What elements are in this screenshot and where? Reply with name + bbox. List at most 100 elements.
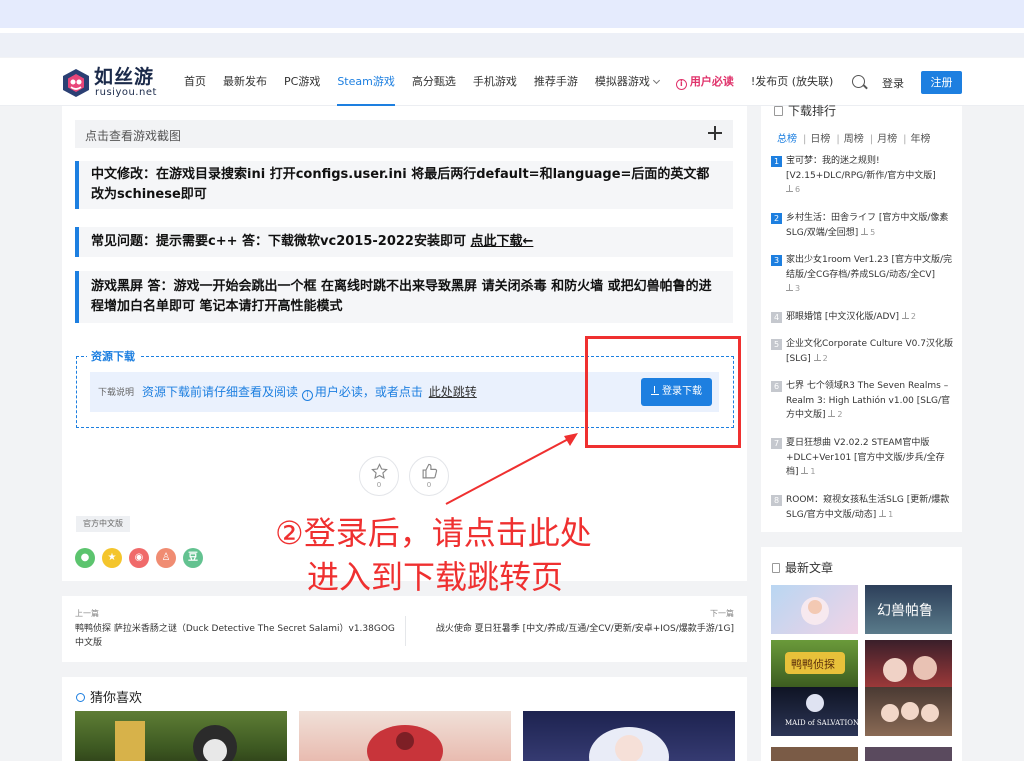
rank-tab-day[interactable]: 日榜 <box>810 134 830 145</box>
logo-mark-icon <box>63 69 89 97</box>
search-icon[interactable] <box>852 75 865 88</box>
prev-next-card: 上一篇 鸭鸭侦探 萨拉米香肠之谜（Duck Detective The Secr… <box>62 596 747 662</box>
nav-user-notice[interactable]: i 用户必读 <box>675 58 734 106</box>
document-icon <box>774 106 783 116</box>
game-art-image <box>367 725 443 761</box>
rank-item-count: 5 <box>870 227 876 237</box>
rank-title: 下载排行 <box>774 102 836 119</box>
rank-number: 1 <box>771 156 782 167</box>
articles-title: 最新文章 <box>772 559 833 576</box>
weibo-icon[interactable]: ◉ <box>129 548 149 568</box>
nav-top-rated[interactable]: 高分甄选 <box>412 58 456 106</box>
prev-label: 上一篇 <box>75 609 99 618</box>
logo-text: 如丝游 <box>94 66 155 88</box>
rank-number: 2 <box>771 213 782 224</box>
favorite-button[interactable]: 0 <box>359 456 399 496</box>
next-post-link[interactable]: 战火使命 夏日狂暑季 [中文/养成/互通/全CV/更新/安卓+IOS/爆款手游/… <box>414 622 734 636</box>
rank-item-text: 家出少女1room Ver1.23 [官方中文版/完结版/全CG存档/养成SLG… <box>786 253 956 297</box>
browser-sub-band <box>0 33 1024 57</box>
nav-recommended-mobile[interactable]: 推荐手游 <box>534 58 578 106</box>
guess-thumb-3[interactable] <box>523 711 735 761</box>
article-thumb-5-title: MAID of SALVATION <box>785 719 858 727</box>
article-thumb-3[interactable]: 鸭鸭侦探 <box>771 640 858 689</box>
document-icon <box>772 563 780 573</box>
rank-item-count: 2 <box>837 410 843 419</box>
rank-item-text: 邪眼婚馆 [中文汉化版/ADV] 2 <box>786 310 956 325</box>
download-icon <box>801 467 809 474</box>
douban-icon[interactable]: 豆 <box>183 548 203 568</box>
rank-item-downloads: 5 <box>861 227 876 237</box>
rank-tab-week[interactable]: 周榜 <box>844 134 864 145</box>
rank-tab-month[interactable]: 月榜 <box>877 134 897 145</box>
article-thumb-3-title: 鸭鸭侦探 <box>791 658 835 671</box>
rank-item-downloads: 6 <box>786 185 800 194</box>
screenshot-toggle-label: 点击查看游戏截图 <box>85 129 182 143</box>
redirect-link[interactable]: 此处跳转 <box>429 385 477 399</box>
rank-tabs: 总榜 | 日榜 | 周榜 | 月榜 | 年榜 <box>777 134 931 145</box>
qzone-icon[interactable]: ★ <box>102 548 122 568</box>
nav-latest[interactable]: 最新发布 <box>223 58 267 106</box>
article-thumb-8[interactable] <box>865 747 952 761</box>
article-thumb-4[interactable] <box>865 640 952 689</box>
rank-item-title: ROOM：窥视女孩私生活SLG [更新/爆款SLG/官方中文版/动态] <box>786 495 950 520</box>
nav-pc-games[interactable]: PC游戏 <box>284 58 320 106</box>
tag-official-chinese[interactable]: 官方中文版 <box>76 516 130 532</box>
guess-thumb-1[interactable] <box>75 711 287 761</box>
rank-tab-all[interactable]: 总榜 <box>777 134 797 145</box>
articles-title-label: 最新文章 <box>785 561 834 575</box>
note-faq: 常见问题：提示需要c++ 答：下载微软vc2015-2022安装即可 点此下载← <box>75 227 733 257</box>
article-thumb-7[interactable] <box>771 747 858 761</box>
rank-item-count: 1 <box>810 467 816 476</box>
login-link[interactable]: 登录 <box>882 75 904 91</box>
download-icon <box>813 353 821 361</box>
vc-download-link[interactable]: 点此下载← <box>470 234 533 249</box>
guess-thumb-2[interactable] <box>299 711 511 761</box>
game-art-image <box>801 597 829 625</box>
rank-item-count: 3 <box>795 284 801 293</box>
resource-notice-link[interactable]: 用户必读 <box>315 385 363 399</box>
nav-steam-games[interactable]: Steam游戏 <box>337 58 395 106</box>
rank-item-downloads: 3 <box>786 284 800 293</box>
rank-number: 4 <box>771 312 782 323</box>
nav-publish-page[interactable]: !发布页 (放失联) <box>751 58 834 106</box>
annotation-line-2: 进入到下载跳转页 <box>307 558 564 596</box>
nav-emulator-games[interactable]: 模拟器游戏 <box>595 58 660 106</box>
prev-post-link[interactable]: 鸭鸭侦探 萨拉米香肠之谜（Duck Detective The Secret S… <box>75 622 400 650</box>
note-chinese-fix-text: 中文修改：在游戏目录搜索ini 打开configs.user.ini 将最后两行… <box>91 167 710 202</box>
nav-user-notice-label: 用户必读 <box>689 75 734 88</box>
qq-icon[interactable]: ♙ <box>156 548 176 568</box>
wechat-icon[interactable]: ● <box>75 548 95 568</box>
register-button[interactable]: 注册 <box>921 71 962 94</box>
game-art-image <box>589 727 669 761</box>
rank-tab-year[interactable]: 年榜 <box>911 134 931 145</box>
nav-home[interactable]: 首页 <box>184 58 206 106</box>
article-thumb-2[interactable]: 幻兽帕鲁 <box>865 585 952 634</box>
rank-item-text: 乡村生活：田舎ライフ [官方中文版/像素SLG/双端/全回想] 5 <box>786 211 956 240</box>
site-logo[interactable]: 如丝游 rusiyou.net <box>62 66 162 100</box>
download-icon <box>901 312 909 319</box>
heart-icon <box>76 693 85 702</box>
rank-item-count: 2 <box>910 312 916 321</box>
rank-item-title: 家出少女1room Ver1.23 [官方中文版/完结版/全CG存档/养成SLG… <box>786 255 953 280</box>
star-icon <box>371 463 388 480</box>
rank-item-downloads: 1 <box>879 509 893 519</box>
rank-item-text: 宝可梦：我的迷之规则! [V2.15+DLC/RPG/新作/官方中文版] 6 <box>786 154 956 198</box>
next-label: 下一篇 <box>710 609 734 618</box>
info-icon: i <box>301 390 313 401</box>
rank-item-title: 七界 七个领域R3 The Seven Realms – Realm 3: Hi… <box>786 381 950 420</box>
resource-title: 资源下载 <box>87 348 139 364</box>
annotation-arrow-icon <box>445 433 578 505</box>
article-thumb-1[interactable] <box>771 585 858 634</box>
article-thumb-6[interactable] <box>865 687 952 736</box>
plus-icon <box>708 126 722 140</box>
resource-text-before: 资源下载前请仔细查看及阅读 <box>142 385 299 399</box>
guess-title-label: 猜你喜欢 <box>90 691 143 706</box>
rank-item-downloads: 2 <box>828 410 842 419</box>
screenshot-toggle[interactable]: 点击查看游戏截图 <box>75 120 733 148</box>
download-icon <box>786 185 793 192</box>
game-art-image <box>881 702 939 722</box>
rank-title-label: 下载排行 <box>788 104 837 118</box>
rank-number: 7 <box>771 438 782 449</box>
nav-mobile-games[interactable]: 手机游戏 <box>473 58 517 106</box>
article-thumb-5[interactable]: MAID of SALVATION <box>771 687 859 736</box>
